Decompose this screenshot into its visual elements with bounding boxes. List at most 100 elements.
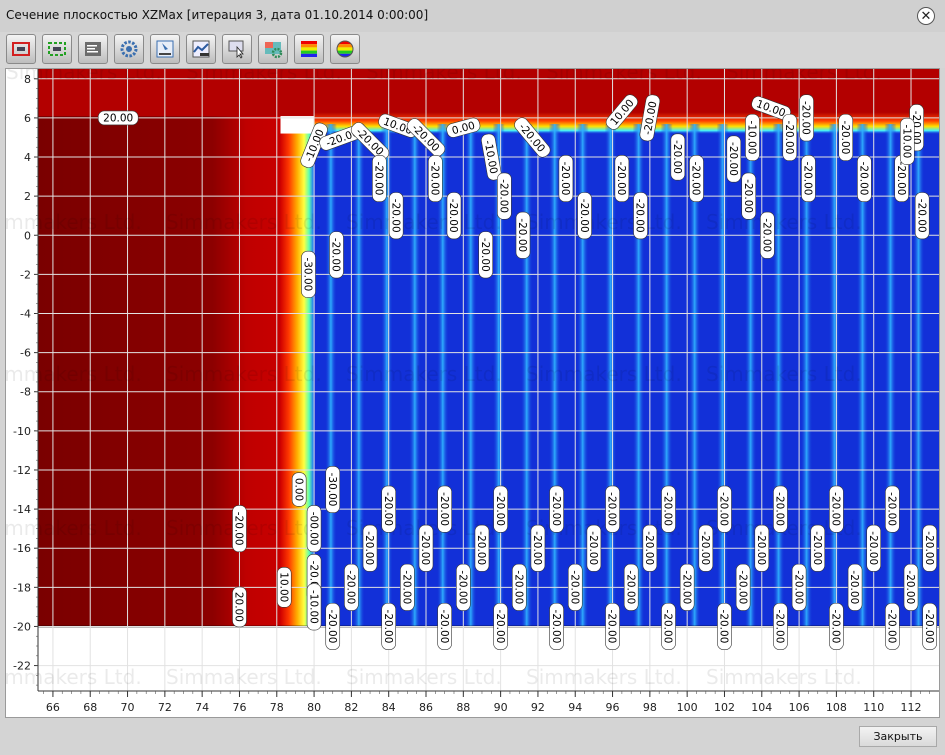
contour-label-text: -20.00 bbox=[634, 199, 646, 233]
chart-graph-button[interactable] bbox=[186, 34, 216, 64]
contour-label-text: -20.00 bbox=[895, 162, 907, 196]
chart-graph-icon bbox=[192, 40, 210, 58]
fit-view-button[interactable] bbox=[6, 34, 36, 64]
color-settings-button[interactable] bbox=[258, 34, 288, 64]
contour-label: 20.00 bbox=[97, 110, 139, 126]
contour-label: -20.00 bbox=[418, 524, 434, 572]
contour-label-text: -20.00 bbox=[802, 162, 814, 196]
close-button[interactable]: Закрыть bbox=[859, 726, 937, 747]
y-tick-label: 6 bbox=[24, 112, 31, 125]
contour-label-text: -20.00 bbox=[494, 492, 506, 526]
contour-label-text: -00.00 bbox=[307, 512, 319, 546]
contour-label-text: -20.00 bbox=[774, 610, 786, 644]
contour-label: -20.00 bbox=[633, 192, 648, 240]
contour-label: -20.00 bbox=[922, 524, 937, 572]
contour-label-text: -10.00 bbox=[746, 121, 758, 155]
watermark-text: Simmakers Ltd. bbox=[6, 362, 142, 386]
contour-label: -20.00 bbox=[614, 155, 630, 203]
x-tick-label: 98 bbox=[643, 701, 657, 714]
contour-label-text: -20.00 bbox=[915, 199, 927, 233]
x-tick-label: 66 bbox=[46, 701, 60, 714]
x-tick-label: 110 bbox=[863, 701, 884, 714]
contour-label: -20.00 bbox=[549, 602, 564, 650]
contour-label-text: -20.00 bbox=[330, 238, 342, 272]
contour-label: -20.00 bbox=[754, 524, 770, 572]
contour-label-text: -20.00 bbox=[848, 570, 860, 604]
contour-label: -20.00 bbox=[838, 113, 854, 161]
contour-label-text: -20.00 bbox=[512, 570, 524, 604]
contour-label-text: -20.00 bbox=[800, 101, 812, 135]
contour-label: -20.00 bbox=[493, 485, 508, 533]
contour-label-text: -20.00 bbox=[761, 218, 773, 252]
zoom-extents-button[interactable] bbox=[42, 34, 72, 64]
contour-label: -20.00 bbox=[885, 485, 900, 533]
contour-label-text: -20.00 bbox=[479, 238, 491, 272]
contour-label-text: -20.00 bbox=[811, 531, 823, 565]
watermark-text: Simmakers Ltd. bbox=[346, 362, 502, 386]
color-scale-button[interactable] bbox=[294, 34, 324, 64]
contour-label: 0.00 bbox=[291, 472, 307, 507]
x-tick-label: 100 bbox=[677, 701, 698, 714]
contour-label-text: -20.00 bbox=[326, 610, 338, 644]
x-tick-label: 80 bbox=[307, 701, 321, 714]
contour-label: -20.00 bbox=[558, 155, 574, 203]
settings-gear-button[interactable] bbox=[114, 34, 144, 64]
color-wheel-button[interactable] bbox=[330, 34, 360, 64]
contour-label-text: -20.00 bbox=[718, 610, 730, 644]
contour-label: -20.00 bbox=[577, 192, 592, 240]
contour-label: -20.00 bbox=[717, 485, 732, 533]
contour-label-text: -20.00 bbox=[923, 531, 935, 565]
contour-label: -20.00 bbox=[478, 231, 494, 279]
contour-label: -20.00 bbox=[400, 563, 415, 611]
contour-label: -20.00 bbox=[689, 155, 704, 203]
contour-label-text: -20.00 bbox=[389, 199, 401, 233]
contour-label: -20.00 bbox=[847, 563, 863, 611]
contour-label: -20.00 bbox=[799, 94, 814, 142]
contour-label-text: -30.00 bbox=[326, 473, 338, 507]
watermark-text: Simmakers Ltd. bbox=[6, 516, 142, 540]
contour-label-text: -20.00 bbox=[457, 570, 469, 604]
cross-section-plot: Simmakers Ltd. Simmakers Ltd. Simmakers Lt… bbox=[0, 60, 939, 714]
x-tick-label: 90 bbox=[494, 701, 508, 714]
x-tick-label: 96 bbox=[606, 701, 620, 714]
plot-area[interactable]: Simmakers Ltd. Simmakers Ltd. Simmakers Lt… bbox=[0, 60, 940, 718]
contour-label-text: -20.00 bbox=[615, 162, 627, 196]
x-tick-label: 76 bbox=[232, 701, 246, 714]
contour-label: -20.00 bbox=[372, 155, 387, 203]
contour-label-text: -20.00 bbox=[736, 570, 748, 604]
contour-label: -20.00 bbox=[515, 211, 531, 259]
fit-view-icon bbox=[12, 42, 30, 56]
contour-label: -20.00 bbox=[497, 172, 512, 220]
contour-label-text: -20.00 bbox=[923, 610, 935, 644]
contour-label-text: -20.00 bbox=[438, 610, 450, 644]
contour-label-text: -20.00 bbox=[624, 570, 636, 604]
x-tick-label: 72 bbox=[158, 701, 172, 714]
x-tick-label: 112 bbox=[901, 701, 922, 714]
window-title: Сечение плоскостью XZMax [итерация 3, да… bbox=[6, 8, 429, 22]
contour-label: -20.00 bbox=[791, 563, 807, 611]
pointer-info-button[interactable] bbox=[222, 34, 252, 64]
contour-label-text: 10.00 bbox=[277, 572, 289, 602]
contour-label-text: 0.00 bbox=[292, 478, 304, 501]
contour-label-text: -20.00 bbox=[550, 492, 562, 526]
contour-label: -20.00 bbox=[381, 485, 396, 533]
x-tick-label: 82 bbox=[344, 701, 358, 714]
x-tick-label: 108 bbox=[826, 701, 847, 714]
contour-label: -20.00 bbox=[885, 602, 900, 650]
contour-label-text: -20.00 bbox=[904, 570, 916, 604]
legend-panel-button[interactable] bbox=[78, 34, 108, 64]
contour-label-text: -20.00 bbox=[839, 121, 851, 155]
close-glyph: ✕ bbox=[920, 8, 932, 24]
contour-label-text: -10.00 bbox=[307, 590, 319, 624]
y-tick-label: 4 bbox=[24, 151, 31, 164]
contour-label-text: -20.00 bbox=[578, 199, 590, 233]
export-image-button[interactable] bbox=[150, 34, 180, 64]
y-tick-label: -6 bbox=[20, 347, 31, 360]
footer-bar: Закрыть bbox=[0, 718, 945, 755]
contour-label: -20.00 bbox=[829, 485, 844, 533]
freeze-column bbox=[324, 124, 337, 627]
contour-label-text: -20.00 bbox=[662, 492, 674, 526]
close-icon[interactable]: ✕ bbox=[917, 7, 935, 25]
contour-label: -10.00 bbox=[899, 117, 915, 165]
contour-label: -30.00 bbox=[301, 250, 316, 298]
